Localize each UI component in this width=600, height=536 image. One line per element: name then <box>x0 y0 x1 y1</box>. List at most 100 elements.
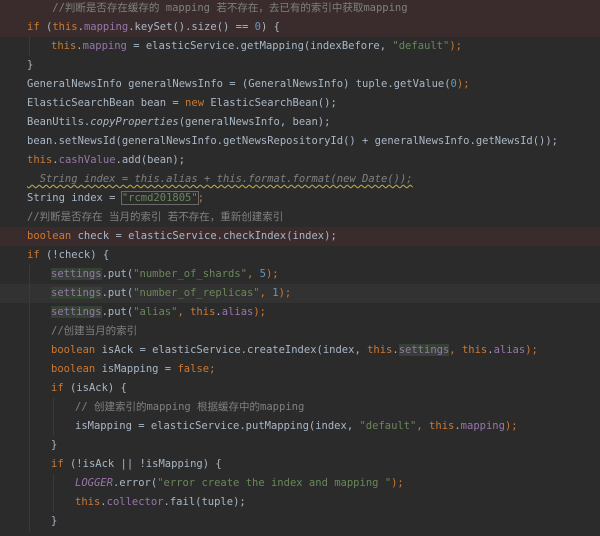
code-token: "rcmd201805" <box>120 191 199 205</box>
indent-guide <box>29 512 30 531</box>
code-token: ( <box>39 21 53 33</box>
code-token: ); <box>449 40 462 52</box>
code-token: ); <box>391 477 404 489</box>
code-token: this <box>461 344 488 356</box>
code-line[interactable]: if (!check) { <box>0 246 600 265</box>
code-token: copyProperties <box>90 116 179 128</box>
code-line[interactable]: //判断是否存在缓存的 mapping 若不存在，去已有的索引中获取mappin… <box>0 0 600 18</box>
code-token: String index = <box>27 192 122 204</box>
code-line[interactable]: if (!isAck || !isMapping) { <box>0 455 600 474</box>
code-token: settings <box>51 268 102 280</box>
code-token: if <box>51 382 64 394</box>
code-token: .put( <box>101 287 134 299</box>
indent-guide <box>29 436 30 455</box>
code-line[interactable]: GeneralNewsInfo generalNewsInfo = (Gener… <box>0 75 600 94</box>
code-line[interactable]: settings.put("alias", this.alias); <box>0 303 600 322</box>
indent-guide <box>53 474 54 493</box>
code-token: bean.setNewsId(generalNewsInfo.getNewsRe… <box>27 135 559 147</box>
code-text: GeneralNewsInfo generalNewsInfo = (Gener… <box>27 75 470 94</box>
code-line[interactable]: settings.put("number_of_replicas", 1); <box>0 284 600 303</box>
code-token: ); <box>504 420 518 432</box>
code-token: alias <box>221 306 254 318</box>
code-line[interactable]: BeanUtils.copyProperties(generalNewsInfo… <box>0 113 600 132</box>
code-text: this.mapping = elasticService.getMapping… <box>51 37 462 56</box>
code-editor[interactable]: //判断是否存在缓存的 mapping 若不存在，去已有的索引中获取mappin… <box>0 0 600 536</box>
code-line[interactable]: } <box>0 436 600 455</box>
code-line[interactable]: } <box>0 512 600 531</box>
code-token: boolean <box>51 344 96 356</box>
code-token: this <box>429 420 455 432</box>
indent-guide <box>29 303 30 322</box>
code-line[interactable]: ElasticSearchBean bean = new ElasticSear… <box>0 94 600 113</box>
code-token: alias <box>493 344 526 356</box>
code-token: (!check) { <box>39 249 110 261</box>
code-line[interactable]: bean.setNewsId(generalNewsInfo.getNewsRe… <box>0 132 600 151</box>
code-text: if (isAck) { <box>51 379 127 398</box>
code-line[interactable]: String index = "rcmd201805"; <box>0 189 600 208</box>
code-token: ); <box>525 344 538 356</box>
code-text: isMapping = elasticService.putMapping(in… <box>75 417 518 436</box>
code-token: false <box>177 363 210 375</box>
code-token: ); <box>278 287 292 299</box>
code-line[interactable]: LOGGER.error("error create the index and… <box>0 474 600 493</box>
code-token: new <box>185 97 205 109</box>
code-line[interactable]: this.collector.fail(tuple); <box>0 493 600 512</box>
code-token: GeneralNewsInfo generalNewsInfo = (Gener… <box>27 78 451 90</box>
code-token: this <box>27 154 53 166</box>
code-token: this <box>367 344 393 356</box>
code-text: //判断是否存在缓存的 mapping 若不存在，去已有的索引中获取mappin… <box>27 0 408 18</box>
code-line[interactable]: String index = this.alias + this.format.… <box>0 170 600 189</box>
code-token: (isAck) { <box>63 382 127 394</box>
code-text: bean.setNewsId(generalNewsInfo.getNewsRe… <box>27 132 558 151</box>
code-text: String index = "rcmd201805"; <box>27 189 204 208</box>
code-token: "number_of_replicas" <box>133 287 260 299</box>
code-line[interactable]: this.cashValue.add(bean); <box>0 151 600 170</box>
indent-guide <box>29 493 30 512</box>
code-text: } <box>51 436 57 455</box>
code-token: .put( <box>101 306 134 318</box>
code-line[interactable]: // 创建索引的mapping 根据缓存中的mapping <box>0 398 600 417</box>
code-token: //判断是否存在缓存的 mapping 若不存在，去已有的索引中获取mappin… <box>27 2 408 14</box>
code-token: boolean <box>27 230 72 242</box>
code-token: boolean <box>51 363 96 375</box>
code-text: boolean check = elasticService.checkInde… <box>27 227 337 246</box>
code-token: this <box>52 21 78 33</box>
code-line[interactable]: } <box>0 56 600 75</box>
code-text: String index = this.alias + this.format.… <box>27 170 413 189</box>
code-line[interactable]: //判断是否存在 当月的索引 若不存在，重新创建索引 <box>0 208 600 227</box>
code-token: ); <box>456 78 470 90</box>
code-token: isMapping = <box>95 363 178 375</box>
code-token: , <box>449 344 462 356</box>
code-token: ; <box>197 192 205 204</box>
indent-guide <box>29 360 30 379</box>
code-text: //判断是否存在 当月的索引 若不存在，重新创建索引 <box>27 208 283 227</box>
code-token: mapping <box>460 420 505 432</box>
code-line[interactable]: settings.put("number_of_shards", 5); <box>0 265 600 284</box>
indent-guide <box>29 455 30 474</box>
code-line[interactable]: isMapping = elasticService.putMapping(in… <box>0 417 600 436</box>
code-line[interactable]: this.mapping = elasticService.getMapping… <box>0 37 600 56</box>
code-token: String index = this.alias + this.format.… <box>27 173 413 185</box>
code-line[interactable]: boolean isMapping = false; <box>0 360 600 379</box>
code-text: boolean isAck = elasticService.createInd… <box>51 341 538 360</box>
code-token: ) { <box>260 21 280 33</box>
code-line[interactable]: if (isAck) { <box>0 379 600 398</box>
code-line[interactable]: //创建当月的索引 <box>0 322 600 341</box>
code-token: , <box>259 287 273 299</box>
code-token: , <box>416 420 430 432</box>
code-text: } <box>27 56 33 75</box>
code-line[interactable]: if (this.mapping.keySet().size() == 0) { <box>0 18 600 37</box>
code-line[interactable]: boolean check = elasticService.checkInde… <box>0 227 600 246</box>
indent-guide <box>53 493 54 512</box>
indent-guide <box>29 284 30 303</box>
code-token: "alias" <box>133 306 178 318</box>
code-token: BeanUtils. <box>27 116 91 128</box>
code-text: boolean isMapping = false; <box>51 360 215 379</box>
code-token: } <box>27 59 34 71</box>
code-token: if <box>27 249 40 261</box>
indent-guide <box>29 379 30 398</box>
code-line[interactable]: boolean isAck = elasticService.createInd… <box>0 341 600 360</box>
code-token: ; <box>209 363 216 375</box>
code-token: isAck = elasticService.createIndex(index… <box>95 344 368 356</box>
indent-guide <box>29 341 30 360</box>
